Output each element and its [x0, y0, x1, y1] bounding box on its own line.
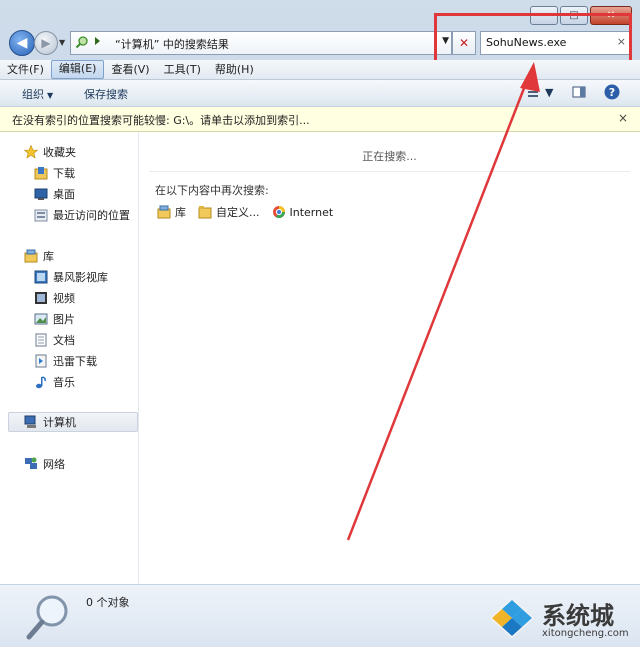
menu-help[interactable]: 帮助(H) [208, 61, 261, 78]
nav-videos[interactable]: 视频 [34, 289, 75, 307]
nav-label: 计算机 [43, 416, 76, 429]
recent-places-icon [34, 209, 48, 222]
nav-label: 文档 [53, 334, 75, 347]
watermark-logo-icon [490, 598, 534, 638]
item-count: 0 个对象 [86, 596, 130, 609]
preview-pane-icon[interactable] [572, 85, 586, 99]
info-bar-close-button[interactable]: × [618, 111, 628, 125]
search-again-library[interactable]: 库 [157, 204, 186, 220]
menu-view[interactable]: 查看(V) [104, 61, 156, 78]
recent-pages-dropdown[interactable]: ▼ [59, 38, 65, 47]
computer-icon [24, 415, 36, 428]
searching-status: 正在搜索... [362, 150, 417, 163]
download-folder-icon [34, 167, 48, 180]
nav-recent[interactable]: 最近访问的位置 [34, 206, 130, 224]
command-bar: 组织 ▼ 保存搜索 ▼ ? [0, 80, 640, 107]
results-pane: 正在搜索... 在以下内容中再次搜索: 库 自定义... Internet [139, 132, 640, 584]
internet-globe-icon [272, 206, 285, 219]
info-bar-text[interactable]: 在没有索引的位置搜索可能较慢: G:\。请单击以添加到索引... [12, 112, 310, 128]
divider [149, 171, 630, 172]
nav-label: 图片 [53, 313, 75, 326]
nav-label: 暴风影视库 [53, 271, 108, 284]
search-again-label: 库 [175, 206, 186, 219]
view-options-icon[interactable] [526, 85, 540, 99]
organize-button[interactable]: 组织 ▼ [22, 86, 53, 102]
nav-desktop[interactable]: 桌面 [34, 185, 75, 203]
library-icon [157, 205, 171, 219]
nav-label: 迅雷下载 [53, 355, 97, 368]
search-folder-icon [75, 36, 88, 49]
search-again-title: 在以下内容中再次搜索: [155, 184, 269, 197]
nav-downloads[interactable]: 下载 [34, 164, 75, 182]
address-text: “计算机” 中的搜索结果 [115, 38, 229, 51]
desktop-icon [34, 188, 48, 200]
chevron-down-icon: ▼ [47, 91, 54, 100]
nav-label: 库 [43, 250, 54, 263]
menu-bar: 文件(F) 编辑(E) 查看(V) 工具(T) 帮助(H) [0, 60, 640, 80]
nav-baofeng[interactable]: 暴风影视库 [34, 268, 108, 286]
film-library-icon [34, 270, 48, 284]
menu-file[interactable]: 文件(F) [0, 61, 51, 78]
library-icon [24, 249, 38, 263]
site-watermark: 系统城 xitongcheng.com [484, 594, 634, 644]
content-area: 收藏夹 下载 桌面 最近访问的位置 库 暴风影视库 视频 图片 文档 迅雷下载 … [0, 132, 640, 584]
address-bar[interactable]: “计算机” 中的搜索结果 ▼ [70, 31, 452, 55]
navigation-pane: 收藏夹 下载 桌面 最近访问的位置 库 暴风影视库 视频 图片 文档 迅雷下载 … [0, 132, 139, 584]
network-icon [25, 457, 37, 469]
folder-icon [198, 206, 212, 219]
music-note-icon [36, 376, 46, 389]
nav-pictures[interactable]: 图片 [34, 310, 75, 328]
forward-button[interactable]: ▶ [34, 31, 58, 55]
svg-text:?: ? [609, 86, 615, 99]
nav-computer[interactable]: 计算机 [8, 412, 138, 432]
back-button[interactable]: ◀ [9, 30, 35, 56]
star-icon [24, 145, 38, 159]
document-icon [35, 333, 47, 347]
nav-xunlei[interactable]: 迅雷下载 [34, 352, 97, 370]
nav-label: 桌面 [53, 188, 75, 201]
nav-documents[interactable]: 文档 [34, 331, 75, 349]
magnifier-icon [26, 595, 68, 640]
search-again-label: Internet [289, 205, 334, 219]
video-icon [35, 292, 47, 304]
search-again-custom[interactable]: 自定义... [198, 204, 260, 220]
help-icon[interactable]: ? [604, 84, 620, 100]
breadcrumb-arrow-icon[interactable] [95, 37, 100, 45]
explorer-window: — □ ✕ ◀ ▶ ▼ “计算机” 中的搜索结果 ▼ ✕ SohuNews.ex… [0, 0, 640, 647]
organize-label: 组织 [22, 88, 44, 101]
nav-label: 收藏夹 [43, 146, 76, 159]
nav-label: 视频 [53, 292, 75, 305]
nav-favorites[interactable]: 收藏夹 [24, 143, 76, 161]
nav-libraries[interactable]: 库 [24, 247, 54, 265]
picture-icon [34, 313, 48, 325]
menu-edit[interactable]: 编辑(E) [50, 60, 105, 79]
nav-label: 最近访问的位置 [53, 209, 130, 222]
nav-music[interactable]: 音乐 [34, 373, 75, 391]
save-search-button[interactable]: 保存搜索 [84, 86, 128, 102]
search-again-internet[interactable]: Internet [272, 205, 334, 219]
nav-label: 音乐 [53, 376, 75, 389]
nav-network[interactable]: 网络 [24, 455, 65, 473]
info-bar[interactable]: 在没有索引的位置搜索可能较慢: G:\。请单击以添加到索引... × [0, 107, 640, 132]
menu-tools[interactable]: 工具(T) [157, 61, 208, 78]
nav-label: 网络 [43, 458, 65, 471]
watermark-title: 系统城 [542, 602, 614, 630]
search-again-options: 库 自定义... Internet [157, 204, 345, 220]
watermark-site: xitongcheng.com [542, 628, 629, 639]
nav-label: 下载 [53, 167, 75, 180]
view-dropdown[interactable]: ▼ [545, 86, 553, 99]
xunlei-download-icon [35, 354, 47, 368]
search-again-label: 自定义... [216, 206, 260, 219]
